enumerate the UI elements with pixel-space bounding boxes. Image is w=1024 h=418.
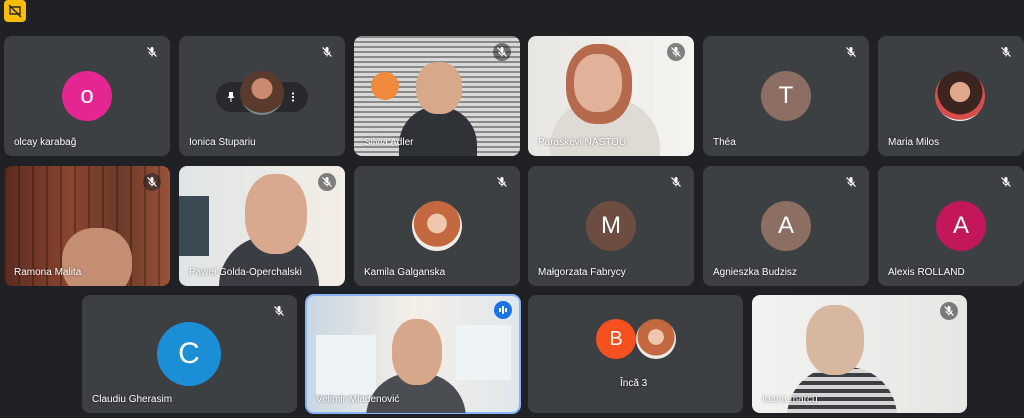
mic-off-icon <box>842 173 860 191</box>
participant-tile[interactable]: Ionica Stupariu <box>179 36 345 156</box>
no-presentation-icon[interactable] <box>4 0 26 22</box>
participant-video[interactable]: Paraskevi NASTOU <box>528 36 694 156</box>
participant-name: olcay karabağ <box>14 137 77 148</box>
avatar <box>412 201 462 251</box>
avatar: A <box>761 201 811 251</box>
avatar: B <box>596 319 636 359</box>
participant-name: Małgorzata Fabrycy <box>538 267 626 278</box>
participant-video[interactable]: Ramona Malita <box>4 166 170 286</box>
person-face <box>806 305 864 375</box>
participant-name: Claudiu Gherasim <box>92 394 173 405</box>
more-vert-icon[interactable] <box>286 90 300 104</box>
mic-off-icon <box>667 173 685 191</box>
participant-name: Alexis ROLLAND <box>888 267 965 278</box>
mic-off-icon <box>143 43 161 61</box>
participant-name: Ionica Stupariu <box>189 137 256 148</box>
participant-name: Silvia Adler <box>364 137 414 148</box>
participant-name: Velimir Mladenović <box>316 394 400 405</box>
participant-tile[interactable]: o olcay karabağ <box>4 36 170 156</box>
participant-name: Kamila Galganska <box>364 267 446 278</box>
mic-off-icon <box>842 43 860 61</box>
participant-name: Agnieszka Budzisz <box>713 267 797 278</box>
avatar <box>240 71 284 115</box>
participant-name: Paraskevi NASTOU <box>538 137 627 148</box>
avatar: M <box>586 201 636 251</box>
avatar: o <box>62 71 112 121</box>
avatar: C <box>157 322 221 386</box>
avatar: T <box>761 71 811 121</box>
window-background <box>179 196 209 256</box>
mic-off-icon <box>997 173 1015 191</box>
mic-off-icon <box>940 302 958 320</box>
avatar <box>636 319 676 359</box>
participant-tile[interactable]: Maria Milos <box>878 36 1024 156</box>
mic-off-icon <box>997 43 1015 61</box>
avatar: A <box>936 201 986 251</box>
participant-tile[interactable]: T Théa <box>703 36 869 156</box>
mic-off-icon <box>318 173 336 191</box>
participant-tile[interactable]: A Alexis ROLLAND <box>878 166 1024 286</box>
mic-off-icon <box>270 302 288 320</box>
mic-off-icon <box>143 173 161 191</box>
participant-name: Ramona Malita <box>14 267 82 278</box>
person-face <box>574 54 622 112</box>
participant-name: Ioana marcu <box>762 394 818 405</box>
participant-video[interactable]: Ioana marcu <box>752 295 967 413</box>
participant-video[interactable]: Velimir Mladenović <box>305 294 521 414</box>
participant-tile[interactable]: M Małgorzata Fabrycy <box>528 166 694 286</box>
window-background <box>316 335 376 395</box>
participant-tile[interactable]: C Claudiu Gherasim <box>82 295 297 413</box>
speaking-indicator-icon <box>494 301 512 319</box>
person-face <box>392 319 442 385</box>
avatar <box>935 71 985 121</box>
person-face <box>416 62 462 114</box>
others-label: Încă 3 <box>620 378 648 389</box>
mic-off-icon <box>493 43 511 61</box>
person-face <box>245 174 307 254</box>
others-tile[interactable]: B Încă 3 <box>528 295 743 413</box>
participant-tile[interactable]: Kamila Galganska <box>354 166 520 286</box>
participant-video[interactable]: Paweł Golda-Operchalski <box>179 166 345 286</box>
participant-tile[interactable]: A Agnieszka Budzisz <box>703 166 869 286</box>
participant-name: Maria Milos <box>888 137 940 148</box>
mic-off-icon <box>318 43 336 61</box>
participant-name: Théa <box>713 137 736 148</box>
mic-off-icon <box>667 43 685 61</box>
window-background <box>456 325 511 380</box>
pin-icon[interactable] <box>224 90 238 104</box>
background-lamp <box>371 72 399 100</box>
mic-off-icon <box>493 173 511 191</box>
participant-name: Paweł Golda-Operchalski <box>189 267 302 278</box>
participant-video[interactable]: Silvia Adler <box>354 36 520 156</box>
